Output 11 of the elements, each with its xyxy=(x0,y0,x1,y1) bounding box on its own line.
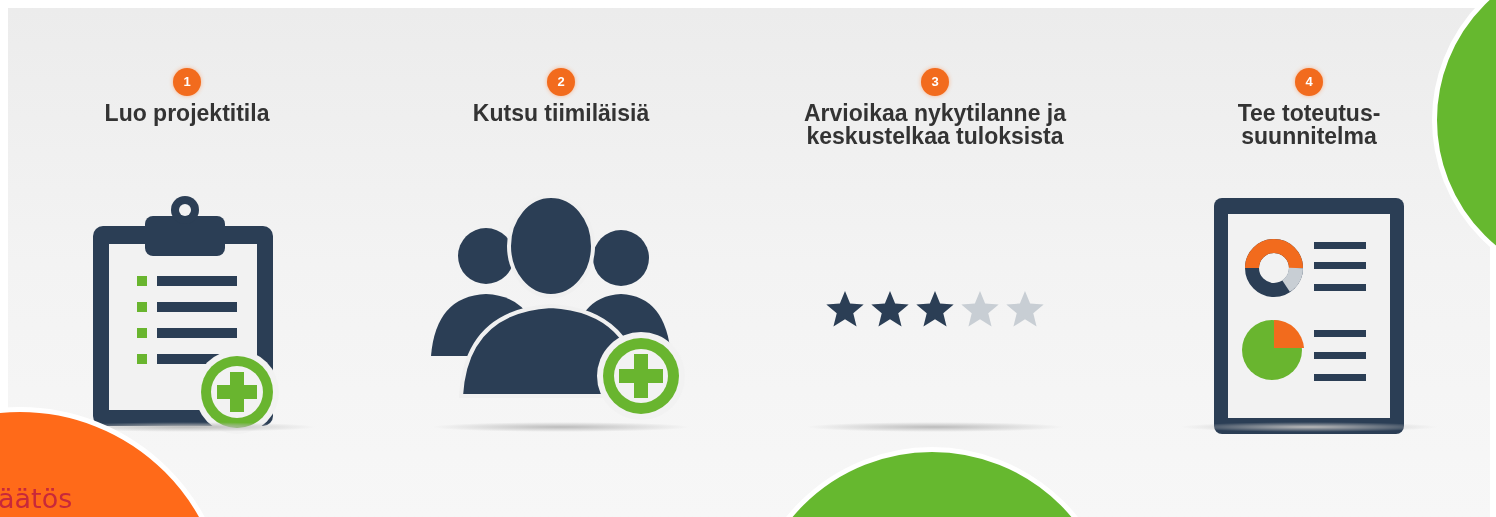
step-title: Arvioikaa nykytilanne ja keskustelkaa tuloksista xyxy=(803,102,1067,151)
star-icon xyxy=(915,291,955,329)
step-title: Tee toteutus- suunnitelma xyxy=(1237,102,1381,151)
star-icon xyxy=(825,291,865,329)
star-icon xyxy=(1005,291,1045,329)
star-icon xyxy=(960,291,1000,329)
step-title: Kutsu tiimiläisiä xyxy=(472,102,650,128)
report-chart-icon xyxy=(1211,196,1407,436)
circle-label: äätös xyxy=(0,484,73,514)
star-icon xyxy=(870,291,910,329)
step-title: Luo projektitila xyxy=(104,102,270,128)
